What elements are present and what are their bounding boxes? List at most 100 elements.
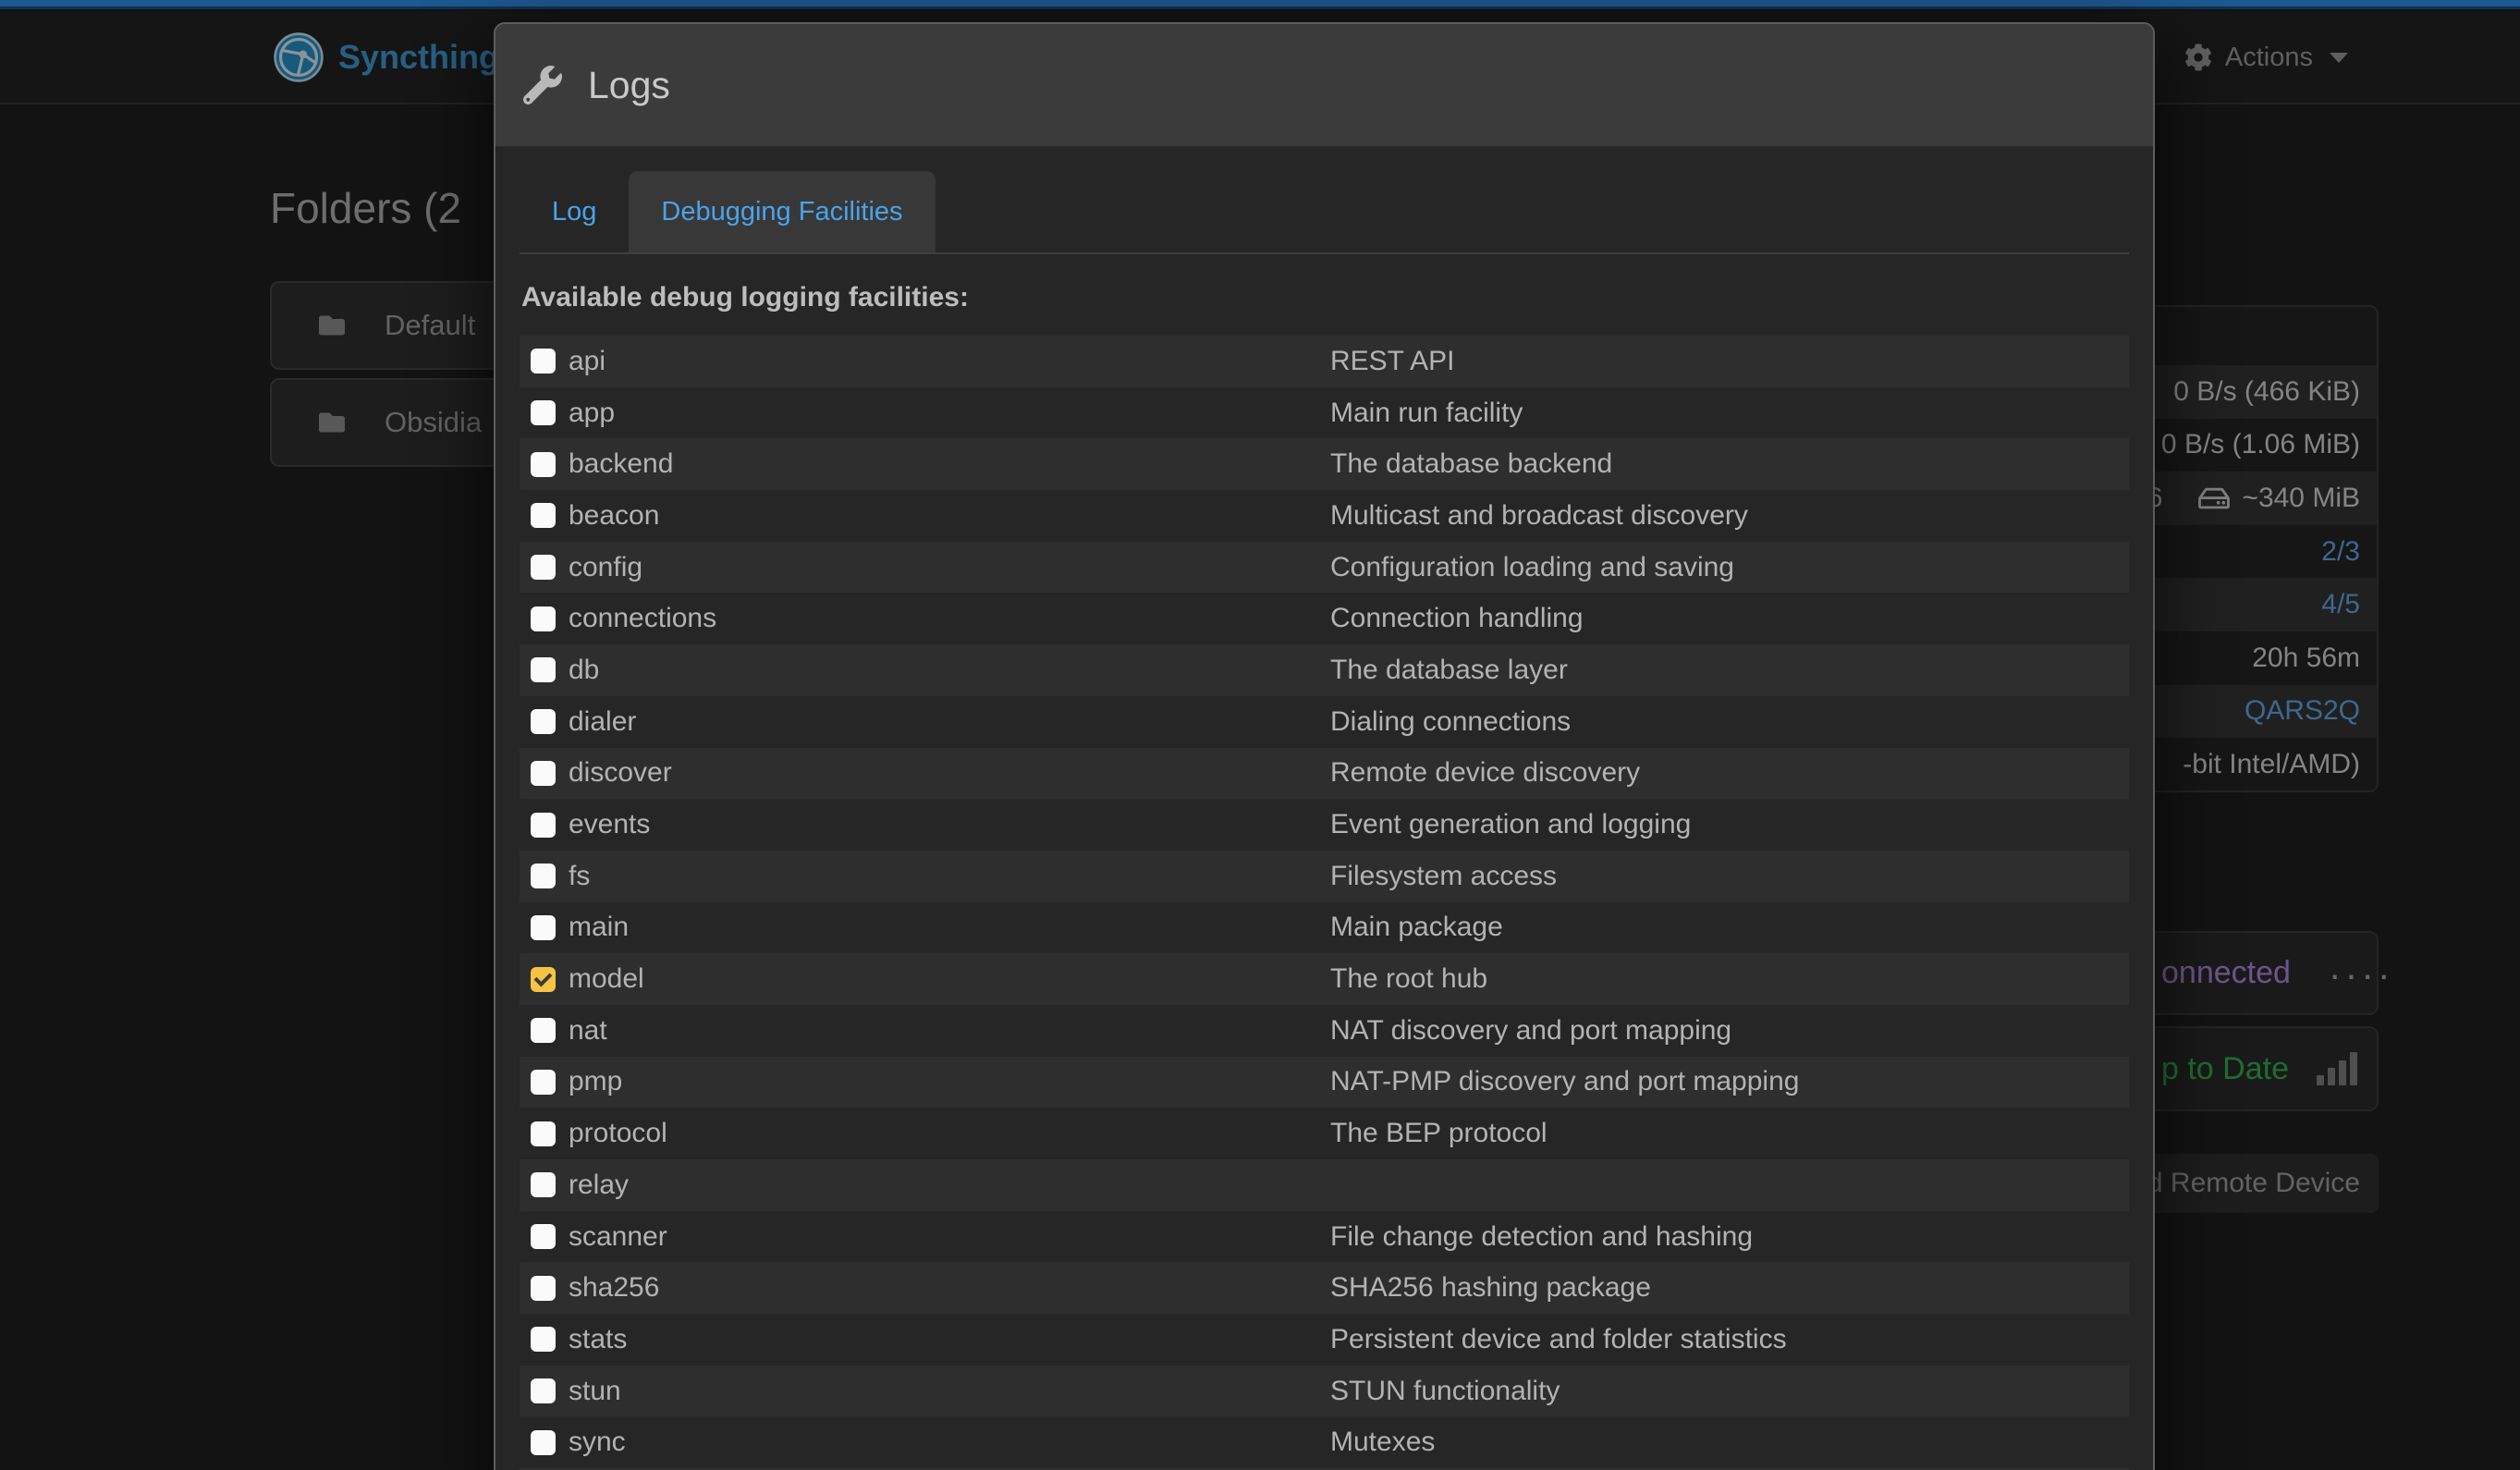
- facility-description: The BEP protocol: [1330, 1118, 2129, 1149]
- facility-row-stats: stats Persistent device and folder stati…: [520, 1314, 2129, 1366]
- wrench-icon: [523, 66, 562, 104]
- facility-row-sha256: sha256 SHA256 hashing package: [520, 1262, 2129, 1314]
- facility-cell: model: [531, 963, 1330, 995]
- facility-name: model: [569, 963, 644, 995]
- facility-name: app: [569, 398, 615, 429]
- facility-cell: beacon: [531, 500, 1330, 532]
- facility-checkbox[interactable]: [531, 1327, 556, 1352]
- facility-row-app: app Main run facility: [520, 387, 2129, 439]
- facility-checkbox[interactable]: [531, 657, 556, 682]
- facility-cell: api: [531, 346, 1330, 377]
- facility-checkbox[interactable]: [531, 1276, 556, 1301]
- facility-cell: stun: [531, 1376, 1330, 1407]
- facility-row-scanner: scanner File change detection and hashin…: [520, 1211, 2129, 1263]
- facility-row-fs: fs Filesystem access: [520, 851, 2129, 902]
- facility-checkbox[interactable]: [531, 1378, 556, 1403]
- facility-description: Persistent device and folder statistics: [1330, 1324, 2129, 1355]
- facility-description: NAT-PMP discovery and port mapping: [1330, 1066, 2129, 1097]
- modal-title: Logs: [588, 64, 670, 107]
- facility-cell: scanner: [531, 1221, 1330, 1253]
- facility-name: api: [569, 346, 606, 377]
- facility-checkbox[interactable]: [531, 1430, 556, 1455]
- facility-checkbox[interactable]: [531, 452, 556, 477]
- facilities-table: api REST API app Main run facility backe…: [520, 336, 2129, 1470]
- logs-modal: Logs Log Debugging Facilities Available …: [494, 22, 2155, 1470]
- facility-cell: fs: [531, 861, 1330, 892]
- facility-cell: backend: [531, 448, 1330, 480]
- facility-cell: db: [531, 655, 1330, 686]
- facility-checkbox[interactable]: [531, 555, 556, 580]
- facility-name: events: [569, 809, 650, 840]
- facility-row-relay: relay: [520, 1159, 2129, 1211]
- facility-checkbox[interactable]: [531, 503, 556, 528]
- facility-description: Main package: [1330, 912, 2129, 943]
- facility-description: STUN functionality: [1330, 1376, 2129, 1407]
- facility-name: sha256: [569, 1272, 659, 1304]
- facility-checkbox[interactable]: [531, 864, 556, 888]
- facility-cell: sync: [531, 1427, 1330, 1458]
- facility-name: protocol: [569, 1118, 667, 1149]
- facilities-heading: Available debug logging facilities:: [521, 282, 2125, 313]
- facility-cell: events: [531, 809, 1330, 840]
- facility-cell: sha256: [531, 1272, 1330, 1304]
- facility-cell: nat: [531, 1015, 1330, 1047]
- facility-name: discover: [569, 757, 672, 789]
- facility-cell: relay: [531, 1170, 1330, 1201]
- facility-name: backend: [569, 448, 673, 480]
- facility-row-stun: stun STUN functionality: [520, 1366, 2129, 1417]
- facility-checkbox[interactable]: [531, 1224, 556, 1249]
- facility-row-pmp: pmp NAT-PMP discovery and port mapping: [520, 1057, 2129, 1109]
- facility-row-api: api REST API: [520, 336, 2129, 387]
- facility-row-nat: nat NAT discovery and port mapping: [520, 1005, 2129, 1057]
- tab-bar: Log Debugging Facilities: [520, 171, 2129, 254]
- facility-name: fs: [569, 861, 590, 892]
- facility-name: main: [569, 912, 629, 943]
- facility-row-connections: connections Connection handling: [520, 593, 2129, 644]
- facility-row-beacon: beacon Multicast and broadcast discovery: [520, 490, 2129, 542]
- facility-cell: protocol: [531, 1118, 1330, 1149]
- facility-checkbox[interactable]: [531, 606, 556, 631]
- facility-name: db: [569, 655, 599, 686]
- facility-description: Event generation and logging: [1330, 809, 2129, 840]
- facility-cell: pmp: [531, 1066, 1330, 1097]
- facility-checkbox[interactable]: [531, 967, 556, 992]
- facility-row-db: db The database layer: [520, 644, 2129, 696]
- facility-cell: stats: [531, 1324, 1330, 1355]
- facility-checkbox[interactable]: [531, 1070, 556, 1095]
- facility-description: Filesystem access: [1330, 861, 2129, 892]
- facility-description: The database layer: [1330, 655, 2129, 686]
- logs-modal-header: Logs: [495, 24, 2153, 147]
- facility-checkbox[interactable]: [531, 761, 556, 786]
- facility-row-model: model The root hub: [520, 953, 2129, 1005]
- facility-name: nat: [569, 1015, 607, 1047]
- facility-row-config: config Configuration loading and saving: [520, 542, 2129, 594]
- facility-checkbox[interactable]: [531, 1018, 556, 1043]
- facility-cell: dialer: [531, 706, 1330, 738]
- facility-name: connections: [569, 603, 716, 634]
- facility-checkbox[interactable]: [531, 349, 556, 374]
- facility-description: Remote device discovery: [1330, 757, 2129, 789]
- facility-checkbox[interactable]: [531, 400, 556, 425]
- facility-checkbox[interactable]: [531, 813, 556, 838]
- facility-row-dialer: dialer Dialing connections: [520, 696, 2129, 748]
- facility-description: Multicast and broadcast discovery: [1330, 500, 2129, 532]
- facility-name: stun: [569, 1376, 621, 1407]
- tab-debugging-facilities[interactable]: Debugging Facilities: [629, 171, 935, 252]
- facility-row-events: events Event generation and logging: [520, 799, 2129, 851]
- tab-log[interactable]: Log: [520, 171, 629, 252]
- facility-cell: connections: [531, 603, 1330, 634]
- facility-checkbox[interactable]: [531, 1172, 556, 1197]
- facility-name: stats: [569, 1324, 627, 1355]
- facility-cell: main: [531, 912, 1330, 943]
- facility-checkbox[interactable]: [531, 915, 556, 940]
- facility-name: pmp: [569, 1066, 622, 1097]
- facility-description: SHA256 hashing package: [1330, 1272, 2129, 1304]
- facility-cell: config: [531, 552, 1330, 583]
- facility-name: relay: [569, 1170, 629, 1201]
- facility-checkbox[interactable]: [531, 709, 556, 734]
- facility-row-protocol: protocol The BEP protocol: [520, 1108, 2129, 1159]
- facility-name: beacon: [569, 500, 659, 532]
- facility-checkbox[interactable]: [531, 1121, 556, 1146]
- facility-description: REST API: [1330, 346, 2129, 377]
- facility-description: NAT discovery and port mapping: [1330, 1015, 2129, 1047]
